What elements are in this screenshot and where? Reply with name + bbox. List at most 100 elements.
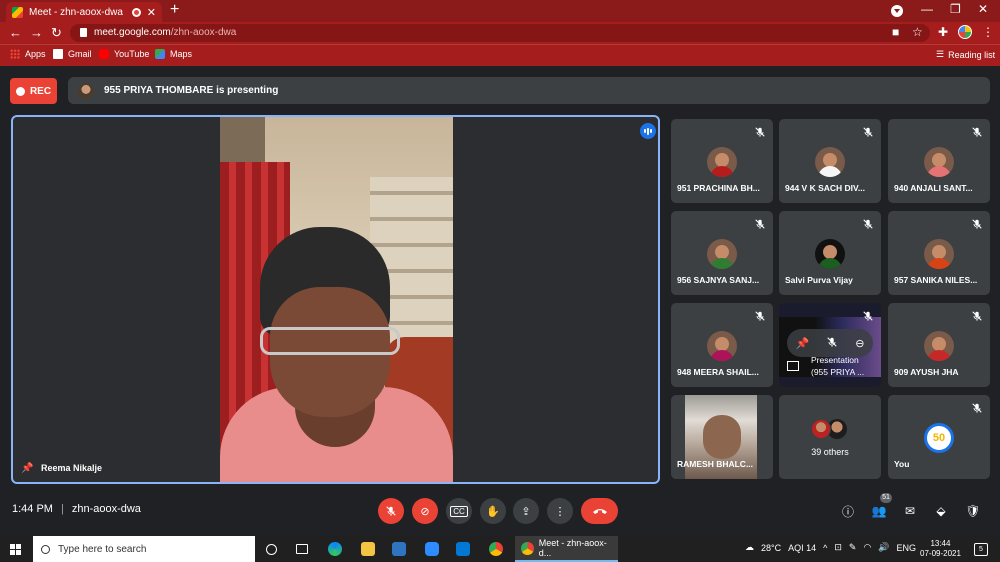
self-name: You [894,459,910,469]
meeting-details: 1:44 PM | zhn-aoox-dwa [12,503,141,515]
participant-tile[interactable]: 909 AYUSH JHA [888,303,990,387]
mic-off-icon [970,125,984,139]
camera-in-use-icon[interactable]: ■ [892,25,899,39]
extensions-puzzle-icon[interactable]: ✚ [938,25,948,39]
weather-temp[interactable]: 28°C [761,543,781,553]
volume-icon[interactable]: 🔊 [878,542,889,553]
meeting-info-button[interactable]: ⓘ [839,502,857,520]
avatar [815,147,845,177]
system-tray: ☁ 28°C AQI 14 ^ ⊡ ✎ ◠ 🔊 ENG [745,542,916,553]
bookmark-gmail[interactable]: Gmail [53,49,92,59]
tile-hover-controls: 📌 ⊖ [787,329,873,357]
taskbar-search[interactable]: Type here to search [33,536,255,562]
recording-badge[interactable]: REC [10,78,57,104]
mic-off-icon [753,309,767,323]
presentation-tile[interactable]: 📌 ⊖ Presentation (955 PRIYA ... [779,303,881,387]
windows-taskbar: Type here to search Meet - zhn-aoox-d...… [0,536,1000,562]
browser-tab-meet[interactable]: Meet - zhn-aoox-dwa ✕ [6,2,162,22]
gmail-icon [53,49,63,59]
participant-tile[interactable]: 940 ANJALI SANT... [888,119,990,203]
task-view-icon[interactable] [296,544,308,554]
camera-toggle-button[interactable]: ⊘ [412,498,438,524]
pin-icon[interactable]: 📌 [796,337,810,350]
mic-off-icon [753,217,767,231]
present-screen-icon [787,361,799,371]
microphone-toggle-button[interactable] [378,498,404,524]
participant-count-badge: 51 [880,493,892,503]
taskbar-active-window[interactable]: Meet - zhn-aoox-d... [515,536,618,562]
taskbar-clock[interactable]: 13:44 07-09-2021 [920,539,961,559]
air-quality[interactable]: AQI 14 [788,543,816,553]
participant-tile[interactable]: 956 SAJNYA SANJ... [671,211,773,295]
more-menu-icon[interactable]: ⋮ [982,25,994,39]
language-indicator[interactable]: ENG [897,543,917,553]
back-icon[interactable]: ← [9,25,22,40]
cortana-icon[interactable] [266,544,277,555]
tab-title: Meet - zhn-aoox-dwa [29,6,123,18]
avatar [924,331,954,361]
pen-icon[interactable]: ✎ [849,542,857,553]
participant-tile[interactable]: 944 V K SACH DIV... [779,119,881,203]
presenter-avatar [78,82,94,99]
meet-favicon-icon [12,6,23,18]
presentation-owner: (955 PRIYA ... [811,367,865,377]
notifications-icon[interactable]: 5 [974,543,988,556]
bookmark-apps[interactable]: Apps [10,49,46,59]
others-tile[interactable]: 39 others [779,395,881,479]
bookmarks-bar: Apps Gmail YouTube Maps ☰ Reading list [0,44,1000,66]
mic-off-icon [970,401,984,415]
windows-start-icon[interactable] [10,544,21,555]
mute-tile-icon[interactable] [826,336,838,351]
participant-tile[interactable]: 951 PRACHINA BH... [671,119,773,203]
leave-call-button[interactable] [581,498,618,524]
wifi-icon[interactable]: ◠ [863,542,871,553]
avatar [811,419,831,439]
activities-button[interactable]: ⬙ [932,502,950,520]
main-speaker-tile[interactable]: 📌 Reema Nikalje [11,115,660,484]
more-options-button[interactable]: ⋮ [547,498,573,524]
self-tile[interactable]: 50 You [888,395,990,479]
bookmark-star-icon[interactable]: ☆ [912,25,923,39]
new-tab-button[interactable]: + [170,1,179,19]
close-tab-icon[interactable]: ✕ [147,6,156,19]
minimize-icon[interactable]: — [921,2,933,16]
participant-tile[interactable]: RAMESH BHALC... [671,395,773,479]
mail-icon[interactable] [456,542,470,556]
profile-avatar[interactable] [958,25,972,39]
bookmark-maps[interactable]: Maps [155,49,192,59]
forward-icon[interactable]: → [30,25,43,40]
close-window-icon[interactable]: ✕ [978,2,988,16]
raise-hand-button[interactable]: ✋ [480,498,506,524]
avatar [707,331,737,361]
restore-icon[interactable]: ❐ [950,2,961,16]
pin-icon[interactable]: 📌 [21,463,33,474]
speaker-video [220,117,453,482]
participant-tile[interactable]: 957 SANIKA NILES... [888,211,990,295]
store-icon[interactable] [392,542,406,556]
avatar [924,239,954,269]
camera-tray-icon[interactable]: ⊡ [834,542,842,553]
show-hidden-icons-icon[interactable]: ^ [823,543,827,553]
bookmark-youtube[interactable]: YouTube [99,49,149,59]
tab-search-icon[interactable] [891,5,903,17]
people-button[interactable]: 👥 [870,502,888,520]
participant-name: 940 ANJALI SANT... [894,183,973,193]
host-controls-button[interactable]: 🛡 [964,502,982,520]
participant-tile[interactable]: Salvi Purva Vijay [779,211,881,295]
reading-list-button[interactable]: ☰ Reading list [936,49,995,60]
chat-button[interactable]: ✉ [901,502,919,520]
zoom-icon[interactable] [425,542,439,556]
remove-icon[interactable]: ⊖ [855,337,864,350]
address-bar[interactable]: meet.google.com/zhn-aoox-dwa ■ ☆ [70,24,930,42]
hang-up-icon [592,509,607,514]
mic-off-icon [861,217,875,231]
captions-button[interactable]: CC [446,498,472,524]
reload-icon[interactable]: ↻ [51,25,62,41]
present-now-button[interactable]: ⇪ [513,498,539,524]
weather-icon[interactable]: ☁ [745,542,754,553]
camera-off-icon: ⊘ [420,505,430,518]
edge-icon[interactable] [328,542,342,556]
chrome-icon[interactable] [489,542,503,556]
participant-tile[interactable]: 948 MEERA SHAIL... [671,303,773,387]
file-explorer-icon[interactable] [361,542,375,556]
